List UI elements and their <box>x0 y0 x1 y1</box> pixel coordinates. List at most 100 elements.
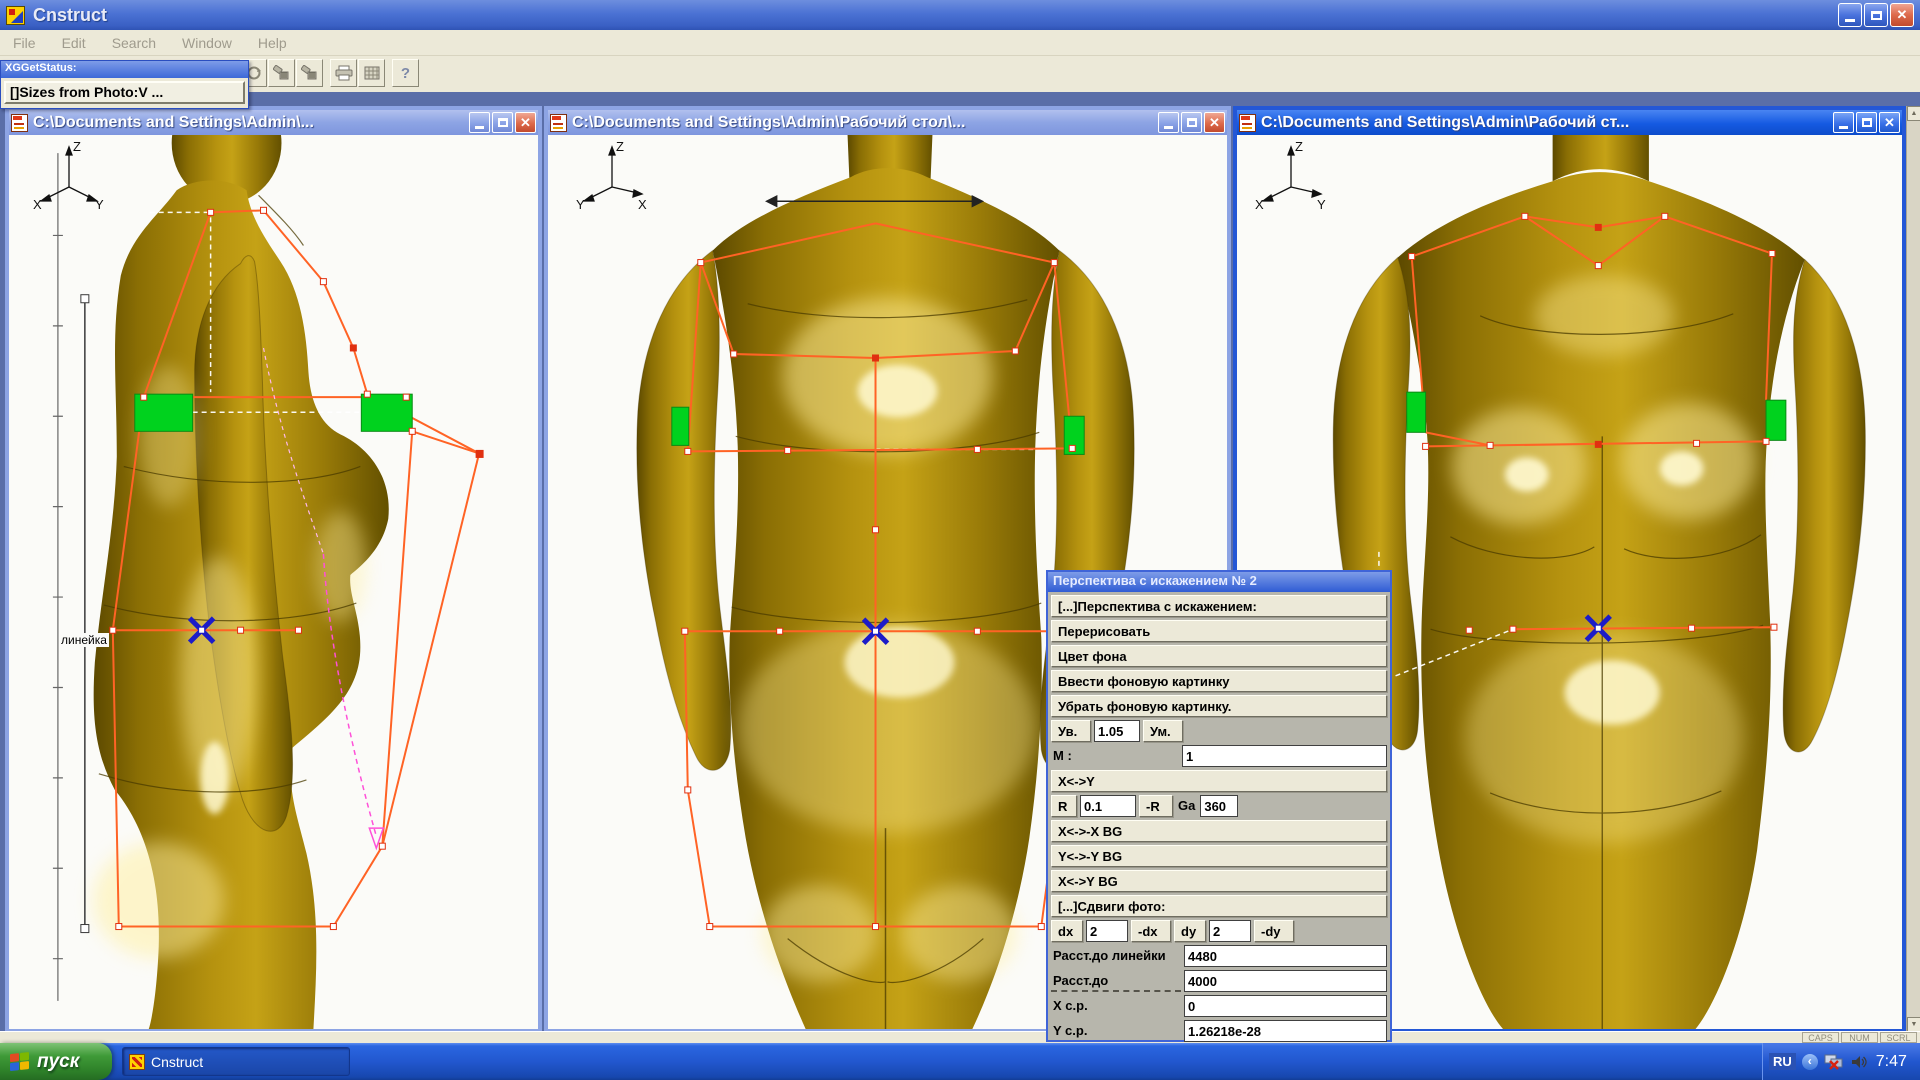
print-icon <box>335 65 353 81</box>
child3-titlebar[interactable]: C:\Documents and Settings\Admin\Рабочий … <box>1237 110 1902 135</box>
flashlight-icon <box>273 65 290 81</box>
dy-input[interactable] <box>1209 920 1251 942</box>
perspective-panel[interactable]: Перспектива с искажением № 2 [...]Перспе… <box>1046 570 1392 1042</box>
perspective-header-button[interactable]: [...]Перспектива с искажением: <box>1051 595 1387 617</box>
dx-input[interactable] <box>1086 920 1128 942</box>
dist-ruler-label: Расст.до линейки <box>1051 945 1181 967</box>
close-icon: ✕ <box>1884 115 1895 131</box>
m-input[interactable] <box>1182 745 1387 767</box>
axis-label-z: Z <box>616 139 624 154</box>
axis-label-x: X <box>1255 197 1264 212</box>
y-center-input[interactable] <box>1184 1020 1387 1042</box>
child3-maximize-button[interactable] <box>1856 112 1877 133</box>
dy-button[interactable]: dy <box>1174 920 1206 942</box>
caps-indicator: CAPS <box>1802 1032 1839 1043</box>
control-points[interactable] <box>1409 213 1777 633</box>
r-input[interactable] <box>1080 795 1136 817</box>
dist-input[interactable] <box>1184 970 1387 992</box>
flashlight-tool-button[interactable] <box>268 59 295 87</box>
child1-title: C:\Documents and Settings\Admin\... <box>33 114 464 132</box>
dx-button[interactable]: dx <box>1051 920 1083 942</box>
r-button[interactable]: R <box>1051 795 1077 817</box>
vertical-scrollbar[interactable]: ▲ ▼ <box>1906 106 1920 1032</box>
zoom-out-button[interactable]: Ум. <box>1143 720 1183 742</box>
taskbar-clock[interactable]: 7:47 <box>1876 1053 1907 1071</box>
axis-label-x: X <box>638 197 647 212</box>
axis-widget: Z Y X <box>576 141 654 215</box>
print-tool-button[interactable] <box>330 59 357 87</box>
green-marker-right[interactable] <box>1766 400 1786 440</box>
swap-y-negy-bg-button[interactable]: Y<->-Y BG <box>1051 845 1387 867</box>
child3-close-button[interactable]: ✕ <box>1879 112 1900 133</box>
control-points[interactable] <box>110 207 483 929</box>
child2-titlebar[interactable]: C:\Documents and Settings\Admin\Рабочий … <box>548 110 1227 135</box>
wireframe-lines[interactable] <box>1412 216 1774 629</box>
menu-edit[interactable]: Edit <box>49 35 99 51</box>
taskbar-task-cnstruct[interactable]: Cnstruct <box>122 1047 350 1076</box>
status-popup-title: XGGetStatus: <box>1 61 248 78</box>
menu-window[interactable]: Window <box>169 35 245 51</box>
scroll-up-button[interactable]: ▲ <box>1907 106 1920 121</box>
wireframe-lines[interactable] <box>685 223 1072 926</box>
zoom-in-button[interactable]: Ув. <box>1051 720 1091 742</box>
app-icon <box>6 6 25 25</box>
scroll-down-button[interactable]: ▼ <box>1907 1017 1920 1032</box>
menu-file[interactable]: File <box>0 35 49 51</box>
help-tool-button[interactable]: ? <box>392 59 419 87</box>
control-points[interactable] <box>682 260 1075 930</box>
menubar: File Edit Search Window Help <box>0 30 1920 56</box>
swap-xy-bg-button[interactable]: X<->Y BG <box>1051 870 1387 892</box>
green-marker-left[interactable] <box>672 407 689 445</box>
grid-tool-button[interactable] <box>358 59 385 87</box>
child2-close-button[interactable]: ✕ <box>1204 112 1225 133</box>
child-window-side-view[interactable]: C:\Documents and Settings\Admin\... ✕ <box>5 106 542 1033</box>
language-indicator[interactable]: RU <box>1769 1053 1796 1070</box>
status-popup-message: []Sizes from Photo:V ... <box>4 81 245 104</box>
x-center-label: X с.р. <box>1051 995 1181 1017</box>
x-center-input[interactable] <box>1184 995 1387 1017</box>
num-indicator: NUM <box>1841 1032 1878 1043</box>
child1-minimize-button[interactable] <box>469 112 490 133</box>
remove-bg-image-button[interactable]: Убрать фоновую картинку. <box>1051 695 1387 717</box>
tray-chevron-icon[interactable]: ‹ <box>1802 1054 1818 1070</box>
panel-title[interactable]: Перспектива с искажением № 2 <box>1048 572 1390 592</box>
child1-titlebar[interactable]: C:\Documents and Settings\Admin\... ✕ <box>9 110 538 135</box>
zoom-input[interactable] <box>1094 720 1140 742</box>
minimize-button[interactable] <box>1838 3 1862 27</box>
menu-search[interactable]: Search <box>99 35 169 51</box>
child2-maximize-button[interactable] <box>1181 112 1202 133</box>
wireframe-overlay-side[interactable] <box>9 135 538 1029</box>
swap-xy-button[interactable]: X<->Y <box>1051 770 1387 792</box>
ga-input[interactable] <box>1200 795 1238 817</box>
viewport-side[interactable]: Z X Y линейка <box>9 135 538 1029</box>
set-bg-image-button[interactable]: Ввести фоновую картинку <box>1051 670 1387 692</box>
minimize-icon <box>1845 19 1855 22</box>
redraw-button[interactable]: Перерисовать <box>1051 620 1387 642</box>
menu-help[interactable]: Help <box>245 35 300 51</box>
child1-maximize-button[interactable] <box>492 112 513 133</box>
swap-x-negx-bg-button[interactable]: X<->-X BG <box>1051 820 1387 842</box>
maximize-button[interactable] <box>1864 3 1888 27</box>
photo-shifts-button[interactable]: [...]Сдвиги фото: <box>1051 895 1387 917</box>
axis-widget: Z X Y <box>33 141 111 215</box>
grid-icon <box>364 66 380 80</box>
minimize-icon <box>475 126 484 129</box>
document-icon <box>550 114 567 132</box>
child2-minimize-button[interactable] <box>1158 112 1179 133</box>
child1-close-button[interactable]: ✕ <box>515 112 536 133</box>
neg-r-button[interactable]: -R <box>1139 795 1173 817</box>
child3-minimize-button[interactable] <box>1833 112 1854 133</box>
wireframe-lines[interactable] <box>113 210 479 926</box>
speaker-icon[interactable] <box>1850 1053 1868 1071</box>
flashlight2-tool-button[interactable] <box>296 59 323 87</box>
green-marker-left[interactable] <box>1407 392 1426 432</box>
neg-dy-button[interactable]: -dy <box>1254 920 1294 942</box>
ruler[interactable] <box>81 295 89 933</box>
close-button[interactable]: ✕ <box>1890 3 1914 27</box>
system-tray: RU ‹ 7:47 <box>1762 1043 1920 1080</box>
bg-color-button[interactable]: Цвет фона <box>1051 645 1387 667</box>
dist-ruler-input[interactable] <box>1184 945 1387 967</box>
start-button[interactable]: пуск <box>0 1043 112 1080</box>
network-icon[interactable] <box>1824 1053 1844 1071</box>
neg-dx-button[interactable]: -dx <box>1131 920 1171 942</box>
